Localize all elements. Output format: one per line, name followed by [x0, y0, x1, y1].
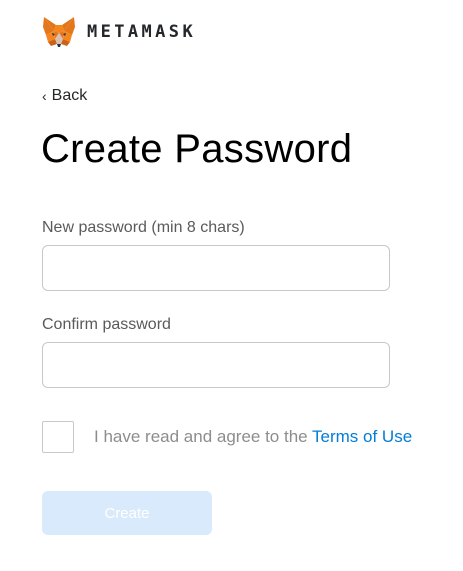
new-password-input[interactable] — [42, 245, 390, 291]
confirm-password-input[interactable] — [42, 342, 390, 388]
metamask-fox-icon — [43, 17, 75, 47]
app-header: METAMASK — [42, 14, 196, 50]
metamask-wordmark: METAMASK — [87, 22, 197, 42]
terms-text: I have read and agree to the Terms of Us… — [94, 427, 412, 447]
back-link[interactable]: ‹ Back — [42, 87, 87, 105]
terms-prefix: I have read and agree to the — [94, 427, 313, 446]
page-title: Create Password — [41, 127, 353, 171]
terms-row: I have read and agree to the Terms of Us… — [42, 421, 412, 453]
new-password-label: New password (min 8 chars) — [42, 219, 245, 236]
terms-of-use-link[interactable]: Terms of Use — [312, 427, 412, 446]
confirm-password-label: Confirm password — [42, 316, 171, 333]
chevron-left-icon: ‹ — [42, 88, 47, 104]
back-label: Back — [51, 87, 88, 104]
create-button[interactable]: Create — [42, 491, 212, 535]
terms-checkbox[interactable] — [42, 421, 74, 453]
